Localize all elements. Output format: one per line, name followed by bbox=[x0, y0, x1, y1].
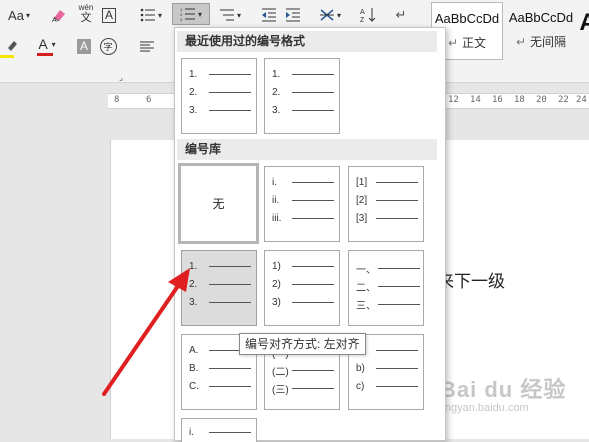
arrow-shaft bbox=[102, 281, 182, 396]
arrow-head bbox=[168, 268, 190, 292]
annotation-arrow bbox=[102, 268, 190, 396]
